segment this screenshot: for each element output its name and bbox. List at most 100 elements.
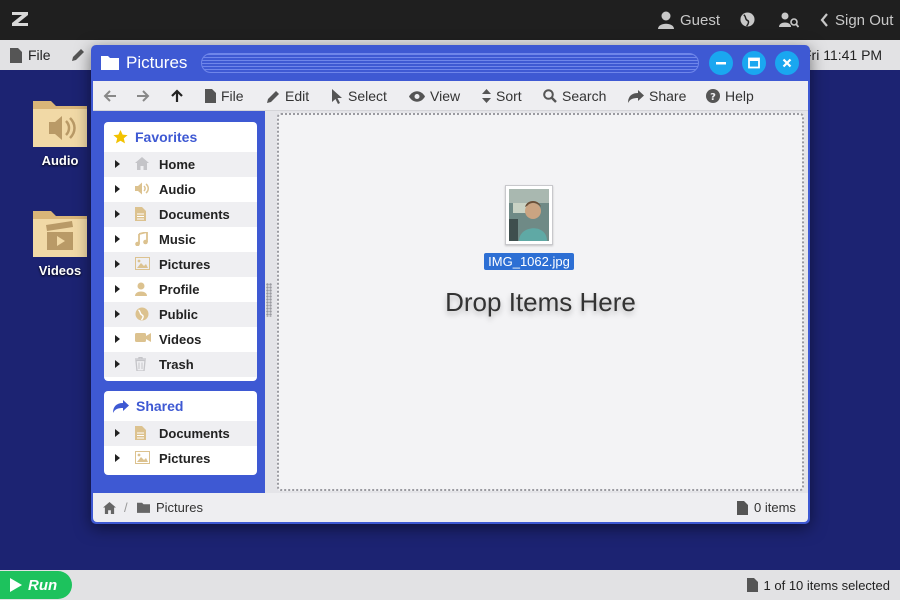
sidebar-item-label: Audio <box>159 182 196 197</box>
play-icon <box>10 578 22 592</box>
selection-status-label: 1 of 10 items selected <box>763 577 890 593</box>
desktop-icon-videos[interactable]: Videos <box>20 205 100 278</box>
expand-arrow-icon[interactable] <box>115 429 120 437</box>
toolbar-search-label: Search <box>562 88 607 104</box>
forward-arrow-icon[interactable] <box>136 89 150 103</box>
eye-icon <box>409 90 425 102</box>
favorites-heading[interactable]: Favorites <box>104 122 257 152</box>
drop-zone[interactable]: IMG_1062.jpg Drop Items Here <box>277 113 804 491</box>
back-arrow-icon[interactable] <box>103 89 117 103</box>
shared-panel: Shared Documents Pictures <box>104 391 257 475</box>
shared-item-pictures[interactable]: Pictures <box>104 446 257 471</box>
toolbar-file-button[interactable]: File <box>205 81 244 111</box>
favorites-panel: Favorites Home Audio Documents Music Pic… <box>104 122 257 381</box>
star-icon <box>113 130 128 144</box>
toolbar-sort-button[interactable]: Sort <box>482 81 522 111</box>
user-icon <box>658 11 674 29</box>
window-title: Pictures <box>126 53 188 72</box>
expand-arrow-icon[interactable] <box>115 235 120 243</box>
sidebar-item-music[interactable]: Music <box>104 227 257 252</box>
file-icon <box>746 578 758 592</box>
toolbar-view-button[interactable]: View <box>409 81 460 111</box>
pencil-icon[interactable] <box>72 48 85 61</box>
expand-arrow-icon[interactable] <box>115 285 120 293</box>
globe-icon <box>135 307 149 321</box>
sidebar-item-videos[interactable]: Videos <box>104 327 257 352</box>
shared-heading-label: Shared <box>136 398 184 414</box>
shared-item-label: Pictures <box>159 451 211 466</box>
window-statusbar: / Pictures 0 items <box>93 493 808 522</box>
breadcrumb-pictures[interactable]: Pictures <box>137 493 203 522</box>
expand-arrow-icon[interactable] <box>115 210 120 218</box>
photo-thumbnail-image <box>509 189 549 241</box>
sidebar: Favorites Home Audio Documents Music Pic… <box>93 111 265 493</box>
toolbar-edit-button[interactable]: Edit <box>267 81 309 111</box>
sidebar-item-label: Music <box>159 232 196 247</box>
home-icon[interactable] <box>103 502 116 514</box>
expand-arrow-icon[interactable] <box>115 260 120 268</box>
minimize-button[interactable] <box>709 51 733 75</box>
sidebar-item-trash[interactable]: Trash <box>104 352 257 377</box>
clock[interactable]: Fri 11:41 PM <box>803 40 882 70</box>
maximize-button[interactable] <box>742 51 766 75</box>
panel-resize-handle[interactable] <box>266 283 272 317</box>
toolbar-search-button[interactable]: Search <box>543 81 606 111</box>
file-icon <box>10 47 22 63</box>
toolbar-select-label: Select <box>348 88 387 104</box>
maximize-icon <box>748 57 760 69</box>
sidebar-item-public[interactable]: Public <box>104 302 257 327</box>
sign-out-label: Sign Out <box>835 11 894 29</box>
app-logo-icon[interactable] <box>11 10 29 28</box>
user-search-icon[interactable] <box>779 12 799 28</box>
chevron-left-icon <box>820 13 828 27</box>
titlebar-drag-handle[interactable] <box>201 53 699 73</box>
item-count: 0 items <box>737 493 796 522</box>
shared-item-label: Documents <box>159 426 230 441</box>
item-count-label: 0 items <box>754 500 796 515</box>
user-menu[interactable]: Guest <box>658 0 720 40</box>
window-titlebar[interactable]: Pictures <box>91 45 810 81</box>
toolbar-view-label: View <box>430 88 461 104</box>
expand-arrow-icon[interactable] <box>115 160 120 168</box>
expand-arrow-icon[interactable] <box>115 310 120 318</box>
sidebar-item-home[interactable]: Home <box>104 152 257 177</box>
sidebar-item-documents[interactable]: Documents <box>104 202 257 227</box>
file-item[interactable]: IMG_1062.jpg <box>479 185 579 271</box>
music-note-icon <box>135 232 148 246</box>
desktop-icon-audio[interactable]: Audio <box>20 95 100 168</box>
file-icon <box>737 500 748 515</box>
toolbar-select-button[interactable]: Select <box>332 81 387 111</box>
help-icon: ? <box>706 89 720 103</box>
toolbar-help-button[interactable]: ? Help <box>706 81 754 111</box>
search-icon <box>543 89 557 103</box>
expand-arrow-icon[interactable] <box>115 454 120 462</box>
window-toolbar: File Edit Select View Sort Search Share … <box>93 81 808 111</box>
expand-arrow-icon[interactable] <box>115 335 120 343</box>
close-button[interactable] <box>775 51 799 75</box>
sidebar-item-pictures[interactable]: Pictures <box>104 252 257 277</box>
toolbar-sort-label: Sort <box>496 88 522 104</box>
volume-icon <box>135 182 149 195</box>
shared-heading[interactable]: Shared <box>104 391 257 421</box>
sidebar-item-label: Profile <box>159 282 200 297</box>
toolbar-share-button[interactable]: Share <box>628 81 686 111</box>
cursor-icon <box>332 88 342 104</box>
expand-arrow-icon[interactable] <box>115 360 120 368</box>
sidebar-item-profile[interactable]: Profile <box>104 277 257 302</box>
video-camera-icon <box>135 333 151 342</box>
shared-item-documents[interactable]: Documents <box>104 421 257 446</box>
sidebar-item-audio[interactable]: Audio <box>104 177 257 202</box>
home-icon <box>135 157 149 170</box>
run-button[interactable]: Run <box>0 571 72 599</box>
up-arrow-icon[interactable] <box>170 89 184 103</box>
file-manager-window: Pictures File Edit Select View Sort Sear… <box>91 45 810 524</box>
folder-icon <box>137 502 150 513</box>
expand-arrow-icon[interactable] <box>115 185 120 193</box>
sidebar-item-label: Documents <box>159 207 230 222</box>
globe-icon[interactable] <box>740 12 755 27</box>
favorites-heading-label: Favorites <box>135 129 198 145</box>
sort-icon <box>482 89 491 103</box>
toolbar-share-label: Share <box>649 88 687 104</box>
sign-out-button[interactable]: Sign Out <box>820 0 893 40</box>
menu-file[interactable]: File <box>10 40 51 70</box>
